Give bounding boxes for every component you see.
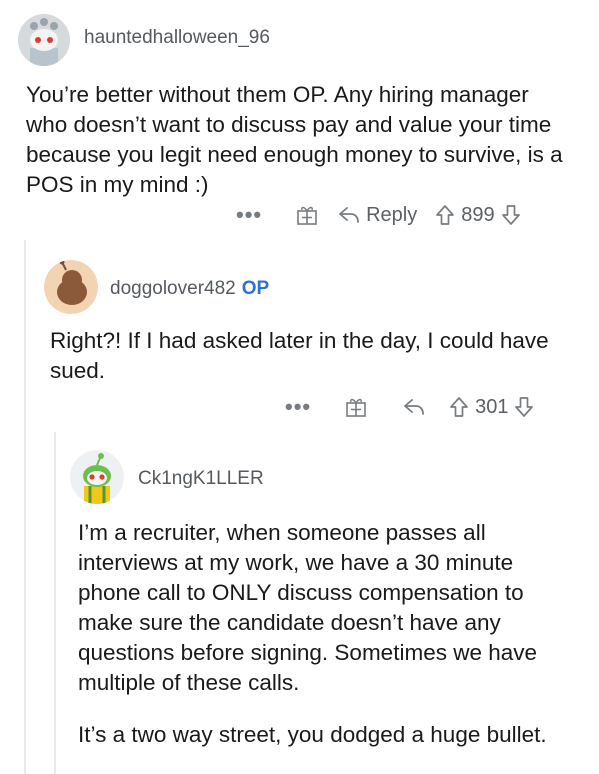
avatar[interactable] xyxy=(18,14,70,66)
gift-icon xyxy=(297,206,317,225)
snoo-avatar-icon xyxy=(44,260,98,314)
gift-icon xyxy=(346,398,366,417)
score-count: 301 xyxy=(475,395,509,418)
username-text: doggolover482 xyxy=(110,278,236,299)
upvote-button[interactable] xyxy=(435,204,455,226)
reply-icon xyxy=(339,207,360,223)
username[interactable]: doggolover482 OP xyxy=(110,278,269,300)
avatar[interactable] xyxy=(70,450,124,504)
comment-3: Ck1ngK1LLER I’m a recruiter, when someon… xyxy=(0,440,599,774)
downvote-icon xyxy=(501,205,520,225)
comment-actions: ••• Reply 899 xyxy=(236,200,581,230)
username[interactable]: Ck1ngK1LLER xyxy=(138,468,264,490)
downvote-button[interactable] xyxy=(501,204,521,226)
comment-body: Right?! If I had asked later in the day,… xyxy=(50,326,550,386)
give-award-button[interactable] xyxy=(345,396,367,418)
comment-2: doggolover482 OP Right?! If I had asked l… xyxy=(0,250,599,440)
downvote-button[interactable] xyxy=(514,396,534,418)
give-award-button[interactable] xyxy=(296,204,318,226)
score-count: 899 xyxy=(461,203,495,226)
downvote-icon xyxy=(515,397,534,417)
avatar[interactable] xyxy=(44,260,98,314)
upvote-icon xyxy=(450,397,468,417)
reply-label: Reply xyxy=(366,203,418,226)
upvote-button[interactable] xyxy=(449,396,469,418)
more-options-button[interactable]: ••• xyxy=(236,202,262,228)
comment-paragraph: Right?! If I had asked later in the day,… xyxy=(50,328,549,383)
comment-actions: ••• 301 xyxy=(285,392,585,422)
comment-paragraph: You’re better without them OP. Any hirin… xyxy=(26,82,563,197)
comment-body: You’re better without them OP. Any hirin… xyxy=(26,80,566,200)
comment-1: hauntedhalloween_96 You’re better withou… xyxy=(0,0,599,240)
upvote-icon xyxy=(436,205,455,225)
comment-paragraph: It’s a two way street, you dodged a huge… xyxy=(78,722,547,747)
more-options-button[interactable]: ••• xyxy=(285,394,311,420)
op-badge: OP xyxy=(241,278,270,299)
snoo-avatar-icon xyxy=(18,14,70,66)
comment-body: I’m a recruiter, when someone passes all… xyxy=(78,518,578,750)
reply-button[interactable]: Reply xyxy=(338,204,417,227)
reply-button[interactable] xyxy=(403,398,425,416)
comment-paragraph: I’m a recruiter, when someone passes all… xyxy=(78,520,538,695)
reply-icon xyxy=(404,399,425,415)
username[interactable]: hauntedhalloween_96 xyxy=(84,27,270,49)
snoo-avatar-icon xyxy=(70,450,124,504)
